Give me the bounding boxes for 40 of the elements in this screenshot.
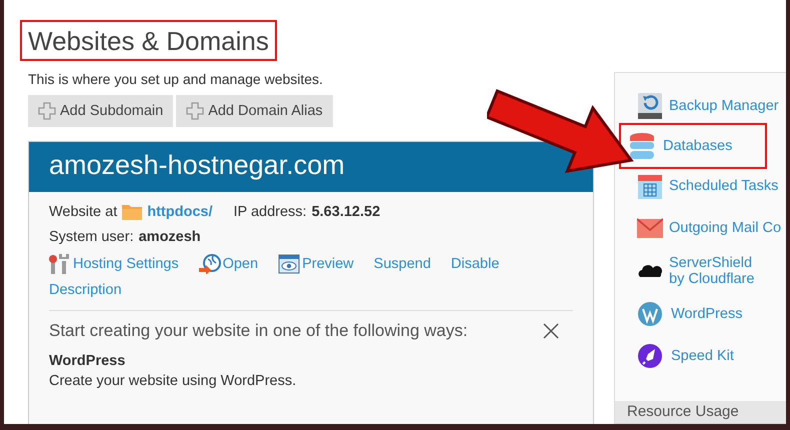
ip-label: IP address:: [234, 204, 307, 220]
tool-link[interactable]: WordPress: [671, 306, 742, 322]
tools-icon: [49, 254, 71, 274]
ip-address: 5.63.12.52: [312, 204, 380, 220]
tool-link[interactable]: Speed Kit: [671, 348, 734, 364]
preview-icon: [278, 254, 300, 274]
option-description: Create your website using WordPress.: [49, 373, 298, 389]
action-link[interactable]: Preview: [302, 256, 354, 272]
close-icon[interactable]: [543, 323, 559, 339]
option-title: WordPress: [49, 353, 126, 369]
plus-icon: [38, 102, 56, 120]
wordpress-icon: [637, 300, 663, 328]
plus-icon: [186, 102, 204, 120]
action-link[interactable]: Disable: [450, 256, 500, 272]
database-icon: [629, 132, 655, 160]
page-title: Websites & Domains: [28, 26, 269, 57]
page-description: This is where you set up and manage websites.: [28, 71, 324, 87]
backup-icon: [637, 92, 663, 120]
rocket-icon: [637, 342, 663, 370]
section-heading: Start creating your website in one of the following ways:: [49, 321, 468, 341]
system-user-label: System user:: [49, 229, 134, 245]
action-link[interactable]: Hosting Settings: [73, 256, 179, 272]
tool-link[interactable]: Outgoing Mail Co: [669, 220, 782, 236]
system-user: amozesh: [138, 229, 201, 245]
folder-icon: [122, 204, 142, 220]
action-link[interactable]: Suspend: [374, 256, 431, 272]
toolbar-button[interactable]: Add Subdomain: [28, 95, 174, 127]
tool-link[interactable]: Backup Manager: [669, 98, 779, 114]
toolbar-button[interactable]: Add Domain Alias: [176, 95, 333, 127]
tool-link[interactable]: Databases: [663, 138, 732, 154]
tool-link[interactable]: Scheduled Tasks: [669, 178, 778, 194]
folder-link[interactable]: httpdocs/: [147, 204, 212, 220]
action-link[interactable]: Description: [49, 282, 122, 298]
tool-link[interactable]: ServerShield by Cloudflare: [669, 255, 769, 287]
action-link[interactable]: Open: [222, 256, 258, 272]
footer-title: Resource Usage: [627, 403, 739, 420]
calendar-icon: [637, 172, 663, 200]
globe-icon: [198, 254, 221, 274]
domain-name[interactable]: amozesh-hostnegar.com: [49, 150, 345, 180]
website-label: Website at: [49, 204, 118, 220]
